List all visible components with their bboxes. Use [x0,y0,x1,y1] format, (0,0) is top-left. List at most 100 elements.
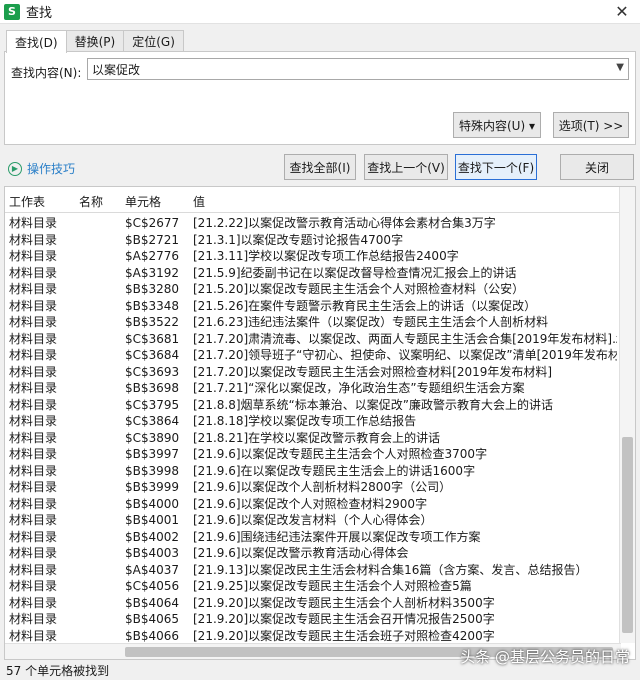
table-row[interactable]: 材料目录 $C$3684 [21.7.20]领导班子“守初心、担使命、议案明纪、以案… [5,347,621,364]
header-value[interactable]: 值 [193,193,205,210]
operation-tips-label: 操作技巧 [27,162,76,176]
cell-value: [21.9.6]以案促改警示教育活动心得体会 [193,546,409,560]
close-icon[interactable]: ✕ [612,2,632,22]
cell-ref: $B$3698 [125,381,180,395]
cell-sheet: 材料目录 [9,612,58,626]
cell-sheet: 材料目录 [9,282,58,296]
cell-value: [21.7.20]领导班子“守初心、担使命、议案明纪、以案促改”清单[2019年… [193,348,617,362]
cell-ref: $B$4064 [125,595,180,610]
cell-value: [21.2.22]以案促改警示教育活动心得体会素材合集3万字 [193,216,496,230]
table-row[interactable]: 材料目录 $B$4002 [21.9.6]围绕违纪违法案件开展以案促改专项工作方案 [5,529,621,546]
header-sheet[interactable]: 工作表 [9,193,45,210]
cell-sheet: 材料目录 [9,348,58,362]
table-row[interactable]: 材料目录 $C$3890 [21.8.21]在学校以案促改警示教育会上的讲话 [5,430,621,447]
vertical-scrollbar[interactable] [619,187,635,643]
find-label: 查找内容(N): [11,66,82,80]
cell-sheet: 材料目录 [9,513,58,527]
table-row[interactable]: 材料目录 $C$4056 [21.9.25]以案促改专题民主生活会个人对照检查5篇 [5,578,621,595]
cell-value: [21.9.20]以案促改专题民主生活会班子对照检查4200字 [193,628,495,643]
table-row[interactable]: 材料目录 $A$3192 [21.5.9]纪委副书记在以案促改督导检查情况汇报会上的… [5,265,621,282]
chevron-down-icon[interactable]: ▼ [616,62,624,73]
cell-sheet: 材料目录 [9,529,58,544]
cell-value: [21.3.11]学校以案促改专项工作总结报告2400字 [193,249,459,263]
table-row[interactable]: 材料目录 $B$3997 [21.9.6]以案促改专题民主生活会个人对照检查3700… [5,446,621,463]
table-row[interactable]: 材料目录 $A$2776 [21.3.11]学校以案促改专项工作总结报告2400字 [5,248,621,265]
cell-ref: $B$3348 [125,298,180,313]
cell-ref: $B$4002 [125,529,180,544]
table-row[interactable]: 材料目录 $B$4003 [21.9.6]以案促改警示教育活动心得体会 [5,545,621,562]
table-row[interactable]: 材料目录 $C$3693 [21.7.20]以案促改专题民主生活会对照检查材料[20… [5,364,621,381]
cell-value: [21.9.20]以案促改专题民主生活会个人剖析材料3500字 [193,595,495,610]
table-row[interactable]: 材料目录 $B$3280 [21.5.20]以案促改专题民主生活会个人对照检查材料（… [5,281,621,298]
header-cell[interactable]: 单元格 [125,193,161,210]
cell-value: [21.6.23]违纪违法案件（以案促改）专题民主生活会个人剖析材料 [193,315,549,329]
cell-sheet: 材料目录 [9,480,58,494]
cell-ref: $C$3795 [125,397,180,412]
cell-sheet: 材料目录 [9,595,58,610]
options-button[interactable]: 选项(T) >> [553,112,629,138]
tab-find[interactable]: 查找(D) [6,30,67,53]
table-row[interactable]: 材料目录 $C$3681 [21.7.20]肃清流毒、以案促改、两面人专题民主生活会… [5,331,621,348]
find-all-button[interactable]: 查找全部(I) [284,154,356,180]
results-rows: 材料目录 $C$2677 [21.2.22]以案促改警示教育活动心得体会素材合集3万… [5,215,621,644]
table-row[interactable]: 材料目录 $B$3522 [21.6.23]违纪违法案件（以案促改）专题民主生活会个… [5,314,621,331]
vertical-scroll-thumb[interactable] [622,437,633,633]
cell-sheet: 材料目录 [9,546,58,560]
table-row[interactable]: 材料目录 $B$2721 [21.3.1]以案促改专题讨论报告4700字 [5,232,621,249]
table-row[interactable]: 材料目录 $B$4064 [21.9.20]以案促改专题民主生活会个人剖析材料350… [5,595,621,612]
cell-ref: $A$3192 [125,265,180,280]
cell-value: [21.9.6]在以案促改专题民主生活会上的讲话1600字 [193,463,476,478]
find-next-button[interactable]: 查找下一个(F) [455,154,537,180]
cell-ref: $B$4000 [125,496,180,511]
cell-sheet: 材料目录 [9,265,58,280]
find-previous-button[interactable]: 查找上一个(V) [364,154,448,180]
header-name[interactable]: 名称 [79,193,103,210]
cell-sheet: 材料目录 [9,397,58,412]
table-row[interactable]: 材料目录 $C$3864 [21.8.18]学校以案促改专项工作总结报告 [5,413,621,430]
cell-sheet: 材料目录 [9,298,58,313]
table-row[interactable]: 材料目录 $A$4037 [21.9.13]以案促改民主生活会材料合集16篇（含方案… [5,562,621,579]
table-row[interactable]: 材料目录 $B$3348 [21.5.26]在案件专题警示教育民主生活会上的讲话（以… [5,298,621,315]
cell-value: [21.9.20]以案促改专题民主生活会召开情况报告2500字 [193,612,495,626]
table-row[interactable]: 材料目录 $B$3999 [21.9.6]以案促改个人剖析材料2800字（公司） [5,479,621,496]
cell-value: [21.7.21]“深化以案促改，净化政治生态”专题组织生活会方案 [193,381,525,395]
cell-ref: $C$3864 [125,414,180,428]
cell-value: [21.5.20]以案促改专题民主生活会个人对照检查材料（公安） [193,282,525,296]
table-row[interactable]: 材料目录 $B$3998 [21.9.6]在以案促改专题民主生活会上的讲话1600字 [5,463,621,480]
cell-sheet: 材料目录 [9,430,58,445]
table-row[interactable]: 材料目录 $B$4066 [21.9.20]以案促改专题民主生活会班子对照检查420… [5,628,621,645]
cell-sheet: 材料目录 [9,628,58,643]
cell-ref: $B$4066 [125,628,180,643]
special-content-button[interactable]: 特殊内容(U) ▾ [453,112,541,138]
cell-ref: $C$3681 [125,331,180,346]
table-row[interactable]: 材料目录 $C$3795 [21.8.8]烟草系统“标本兼治、以案促改”廉政警示教育… [5,397,621,414]
find-input[interactable]: 以案促改 ▼ [87,58,629,80]
cell-value: [21.5.9]纪委副书记在以案促改督导检查情况汇报会上的讲话 [193,265,517,280]
table-row[interactable]: 材料目录 $B$4001 [21.9.6]以案促改发言材料（个人心得体会） [5,512,621,529]
cell-sheet: 材料目录 [9,232,58,247]
table-row[interactable]: 材料目录 $B$4065 [21.9.20]以案促改专题民主生活会召开情况报告250… [5,611,621,628]
cell-ref: $C$3684 [125,348,180,362]
cell-sheet: 材料目录 [9,331,58,346]
results-table: 工作表 名称 单元格 值 材料目录 $C$2677 [21.2.22]以案促改警示教… [4,186,636,660]
tab-goto[interactable]: 定位(G) [123,30,184,52]
cell-ref: $C$3890 [125,430,180,445]
cell-value: [21.9.6]以案促改个人剖析材料2800字（公司） [193,480,452,494]
find-panel: 查找内容(N): 以案促改 ▼ 特殊内容(U) ▾ 选项(T) >> [4,51,636,145]
play-icon: ▶ [8,161,22,176]
cell-value: [21.9.6]以案促改个人对照检查材料2900字 [193,496,428,511]
operation-tips[interactable]: ▶ 操作技巧 [8,160,75,177]
cell-ref: $A$2776 [125,249,180,263]
title-bar: S 查找 ✕ [0,0,640,24]
table-row[interactable]: 材料目录 $C$2677 [21.2.22]以案促改警示教育活动心得体会素材合集3万… [5,215,621,232]
cell-ref: $B$3522 [125,315,180,329]
table-row[interactable]: 材料目录 $B$3698 [21.7.21]“深化以案促改，净化政治生态”专题组织生… [5,380,621,397]
cell-ref: $C$3693 [125,364,180,379]
cell-value: [21.8.8]烟草系统“标本兼治、以案促改”廉政警示教育大会上的讲话 [193,397,553,412]
cell-ref: $B$4065 [125,612,180,626]
cell-value: [21.3.1]以案促改专题讨论报告4700字 [193,232,404,247]
close-button[interactable]: 关闭 [560,154,634,180]
table-row[interactable]: 材料目录 $B$4000 [21.9.6]以案促改个人对照检查材料2900字 [5,496,621,513]
tab-replace[interactable]: 替换(P) [65,30,125,52]
cell-ref: $B$3280 [125,282,180,296]
